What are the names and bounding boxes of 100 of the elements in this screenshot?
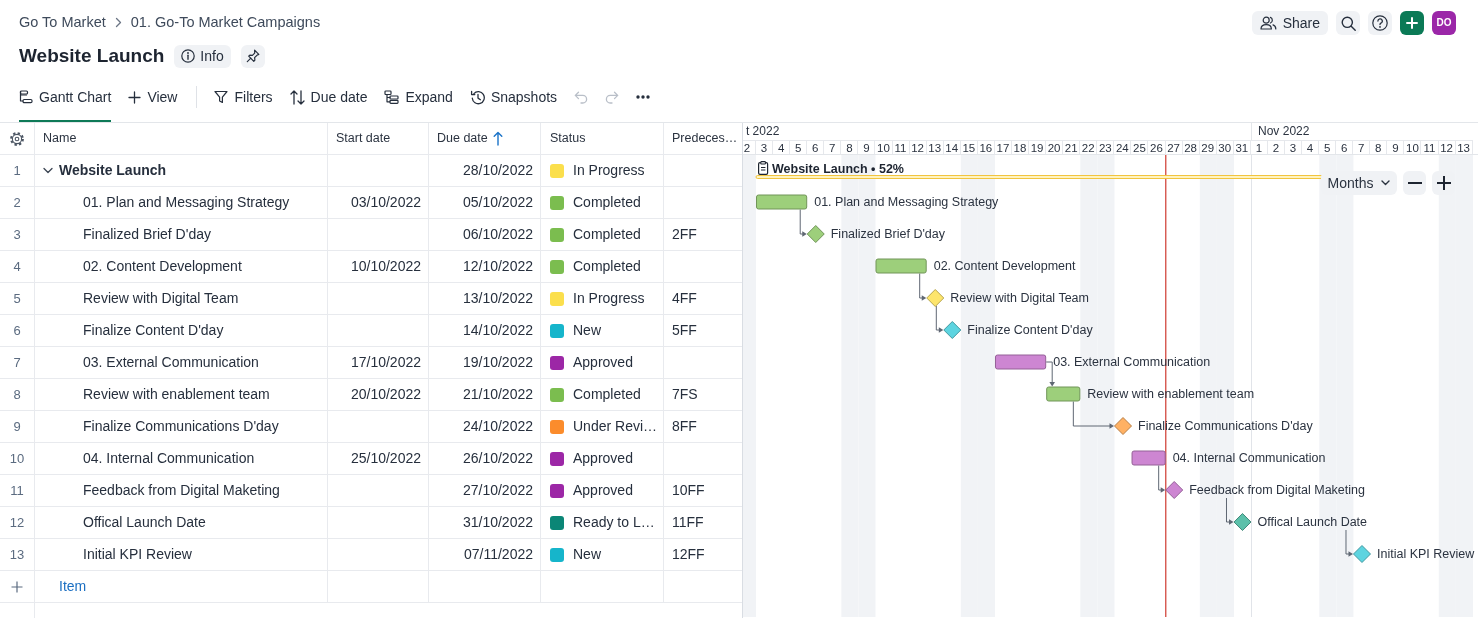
day-label: 14 bbox=[943, 140, 961, 154]
due-date: 13/10/2022 bbox=[462, 290, 533, 307]
task-bar[interactable] bbox=[1131, 450, 1166, 466]
task-name[interactable]: Offical Launch Date bbox=[83, 514, 206, 531]
chevron-right-icon bbox=[114, 17, 122, 29]
task-name[interactable]: Finalize Content D'day bbox=[83, 322, 224, 339]
milestone-marker[interactable] bbox=[806, 225, 825, 243]
task-bar[interactable] bbox=[1046, 386, 1081, 402]
info-button[interactable]: Info bbox=[174, 44, 231, 68]
task-name[interactable]: 03. External Communication bbox=[83, 354, 259, 371]
history-icon bbox=[469, 89, 485, 105]
filter-button[interactable]: Filters bbox=[214, 78, 273, 116]
task-label: Finalize Content D'day bbox=[967, 323, 1093, 337]
due-date: 31/10/2022 bbox=[462, 514, 533, 531]
task-name[interactable]: Website Launch bbox=[59, 162, 167, 179]
user-avatar[interactable]: DO bbox=[1432, 11, 1456, 35]
task-name[interactable]: Feedback from Digital Maketing bbox=[83, 482, 280, 499]
milestone-marker[interactable] bbox=[943, 321, 962, 339]
due-date: 14/10/2022 bbox=[462, 322, 533, 339]
task-name[interactable]: 02. Content Development bbox=[83, 258, 242, 275]
day-label: 28 bbox=[1182, 140, 1200, 154]
milestone-marker[interactable] bbox=[1233, 513, 1252, 531]
day-label: 19 bbox=[1029, 140, 1047, 154]
day-label: 10 bbox=[1404, 140, 1422, 154]
minus-icon bbox=[1407, 182, 1422, 184]
milestone-marker[interactable] bbox=[1353, 545, 1371, 563]
task-label: Initial KPI Review bbox=[1377, 547, 1475, 561]
pin-button[interactable] bbox=[240, 44, 265, 68]
plus-icon bbox=[1436, 176, 1451, 190]
column-header[interactable]: Predeces… bbox=[672, 131, 738, 146]
predecessor: 10FF bbox=[672, 482, 705, 499]
clipboard-icon bbox=[758, 161, 769, 175]
status-label: New bbox=[573, 322, 601, 339]
task-name[interactable]: 01. Plan and Messaging Strategy bbox=[83, 194, 290, 211]
column-header[interactable]: Due date bbox=[437, 131, 488, 146]
day-label: 20 bbox=[1046, 140, 1064, 154]
timescale-dropdown[interactable]: Months bbox=[1321, 171, 1397, 195]
page-title: Website Launch bbox=[19, 44, 165, 68]
column-header[interactable]: Status bbox=[550, 131, 586, 146]
task-bar[interactable] bbox=[995, 354, 1047, 370]
due-date: 21/10/2022 bbox=[462, 386, 533, 403]
view-tab[interactable]: Gantt Chart bbox=[19, 78, 112, 122]
breadcrumb-link[interactable]: 01. Go-To Market Campaigns bbox=[130, 14, 321, 32]
task-bar[interactable] bbox=[756, 194, 808, 210]
task-name[interactable]: Finalized Brief D'day bbox=[83, 226, 211, 243]
status-label: In Progress bbox=[573, 290, 645, 307]
day-label: 4 bbox=[1302, 140, 1320, 154]
task-label: Review with Digital Team bbox=[950, 291, 1089, 305]
task-name[interactable]: Initial KPI Review bbox=[83, 546, 192, 563]
plus-icon bbox=[1406, 17, 1418, 29]
sort-icon bbox=[289, 89, 305, 105]
day-label: 7 bbox=[824, 140, 842, 154]
share-button[interactable]: Share bbox=[1251, 11, 1328, 35]
dependency-arrow bbox=[799, 209, 807, 237]
status-label: Ready to L… bbox=[573, 514, 655, 531]
plus-icon[interactable] bbox=[11, 580, 23, 593]
day-label: 13 bbox=[926, 140, 944, 154]
milestone-marker[interactable] bbox=[926, 289, 945, 307]
predecessor: 11FF bbox=[672, 514, 704, 531]
chevron-down-icon[interactable] bbox=[43, 167, 53, 174]
row-number: 4 bbox=[13, 258, 21, 275]
task-name[interactable]: 04. Internal Communication bbox=[83, 450, 255, 467]
day-label: 11 bbox=[1421, 140, 1439, 154]
task-name[interactable]: Review with Digital Team bbox=[83, 290, 239, 307]
task-name[interactable]: Review with enablement team bbox=[83, 386, 270, 403]
status-label: In Progress bbox=[573, 162, 645, 179]
search-button[interactable] bbox=[1336, 11, 1360, 35]
day-label: 9 bbox=[1387, 140, 1405, 154]
status-label: Approved bbox=[573, 354, 633, 371]
zoom-out-button[interactable] bbox=[1403, 171, 1426, 195]
dependency-arrow bbox=[1226, 497, 1234, 525]
add-item-link[interactable]: Item bbox=[59, 578, 87, 595]
column-header[interactable]: Start date bbox=[336, 131, 391, 146]
day-label: 10 bbox=[875, 140, 893, 154]
sort-arrow-icon[interactable] bbox=[492, 131, 503, 146]
add-view-button[interactable]: View bbox=[128, 78, 178, 116]
breadcrumb-link[interactable]: Go To Market bbox=[19, 14, 106, 32]
row-number: 2 bbox=[13, 194, 21, 211]
summary-label: Website Launch • 52% bbox=[772, 161, 904, 176]
predecessor: 4FF bbox=[672, 290, 697, 307]
plus-icon bbox=[128, 90, 142, 104]
row-number: 7 bbox=[13, 354, 21, 371]
people-icon bbox=[1259, 16, 1277, 30]
predecessor: 2FF bbox=[672, 226, 697, 243]
sort-button[interactable]: Due date bbox=[289, 78, 368, 116]
status-label: Approved bbox=[573, 482, 633, 499]
task-name[interactable]: Finalize Communications D'day bbox=[83, 418, 279, 435]
snapshots-button[interactable]: Snapshots bbox=[469, 78, 558, 116]
due-date: 12/10/2022 bbox=[462, 258, 533, 275]
milestone-marker[interactable] bbox=[1114, 417, 1132, 435]
settings-icon[interactable] bbox=[9, 130, 25, 147]
help-icon bbox=[1372, 15, 1388, 31]
expand-button[interactable]: Expand bbox=[384, 78, 453, 116]
day-label: 24 bbox=[1114, 140, 1132, 154]
milestone-marker[interactable] bbox=[1165, 481, 1184, 499]
create-button[interactable] bbox=[1400, 11, 1424, 35]
day-label: 6 bbox=[807, 140, 825, 154]
task-label: 01. Plan and Messaging Strategy bbox=[814, 195, 999, 209]
column-header[interactable]: Name bbox=[43, 131, 77, 146]
help-button[interactable] bbox=[1368, 11, 1392, 35]
